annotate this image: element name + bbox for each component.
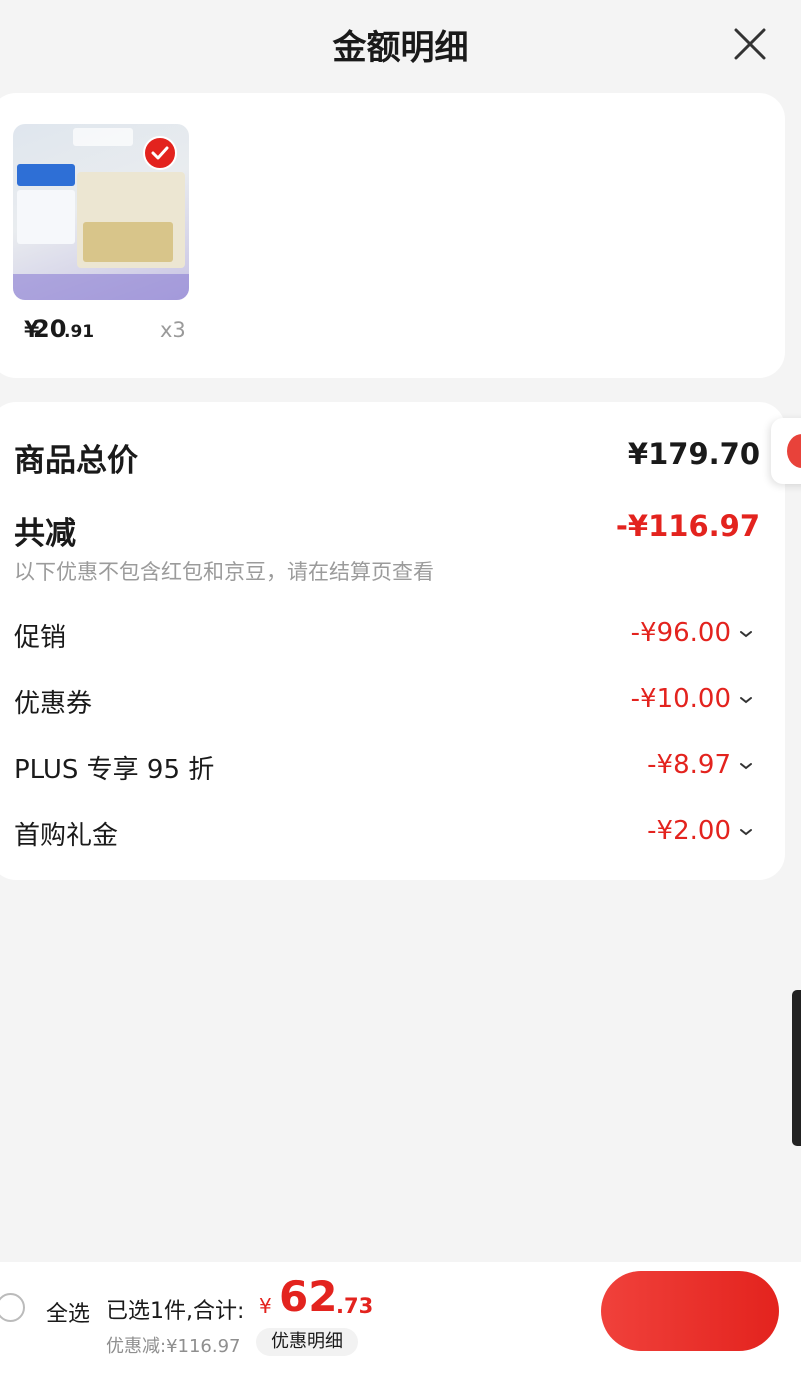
product-image[interactable] xyxy=(13,124,189,300)
product-quantity: x3 xyxy=(160,318,186,342)
checkout-button[interactable] xyxy=(601,1271,779,1351)
total-currency: ¥ xyxy=(259,1294,272,1318)
checkmark-icon xyxy=(151,146,169,160)
select-all-radio[interactable] xyxy=(0,1293,25,1322)
side-edge-handle xyxy=(792,990,801,1146)
product-price-decimal: .91 xyxy=(64,322,95,342)
brand-icon xyxy=(787,434,801,468)
chevron-down-icon[interactable] xyxy=(739,761,753,771)
chevron-down-icon[interactable] xyxy=(739,827,753,837)
select-all-label[interactable]: 全选 xyxy=(46,1296,90,1328)
discount-item-value[interactable]: -¥96.00 xyxy=(631,618,731,648)
total-discount-value: -¥116.97 xyxy=(615,509,760,543)
discount-detail-button[interactable]: 优惠明细 xyxy=(256,1328,358,1356)
header: 金额明细 xyxy=(0,0,801,88)
selected-count-text: 已选1件,合计: xyxy=(106,1299,245,1324)
selected-badge xyxy=(143,136,177,170)
bottom-bar: 全选 已选1件,合计: ¥ 62 .73 优惠减:¥116.97 优惠明细 xyxy=(0,1262,801,1374)
chevron-down-icon[interactable] xyxy=(739,695,753,705)
close-button[interactable] xyxy=(728,22,772,66)
discount-item-label: 首购礼金 xyxy=(14,821,119,851)
discount-item-value[interactable]: -¥8.97 xyxy=(647,750,731,780)
total-amount: 62 xyxy=(279,1272,338,1321)
discount-item-value[interactable]: -¥10.00 xyxy=(631,684,731,714)
discount-item-label: PLUS 专享 95 折 xyxy=(14,755,215,785)
total-price-label: 商品总价 xyxy=(14,443,138,479)
total-price-value: ¥179.70 xyxy=(627,437,760,471)
discount-item-label: 优惠券 xyxy=(14,689,93,719)
discount-summary-text: 优惠减:¥116.97 xyxy=(106,1336,241,1357)
discount-item-label: 促销 xyxy=(14,623,67,653)
discount-item-value[interactable]: -¥2.00 xyxy=(647,816,731,846)
close-icon xyxy=(734,28,766,60)
product-card xyxy=(0,93,785,378)
floating-side-button[interactable] xyxy=(771,418,801,484)
total-discount-label: 共减 xyxy=(14,516,76,552)
product-price: 20 xyxy=(33,315,67,343)
chevron-down-icon[interactable] xyxy=(739,629,753,639)
total-amount-decimal: .73 xyxy=(336,1294,374,1318)
page-title: 金额明细 xyxy=(332,28,469,68)
discount-note: 以下优惠不包含红包和京豆，请在结算页查看 xyxy=(14,560,434,584)
